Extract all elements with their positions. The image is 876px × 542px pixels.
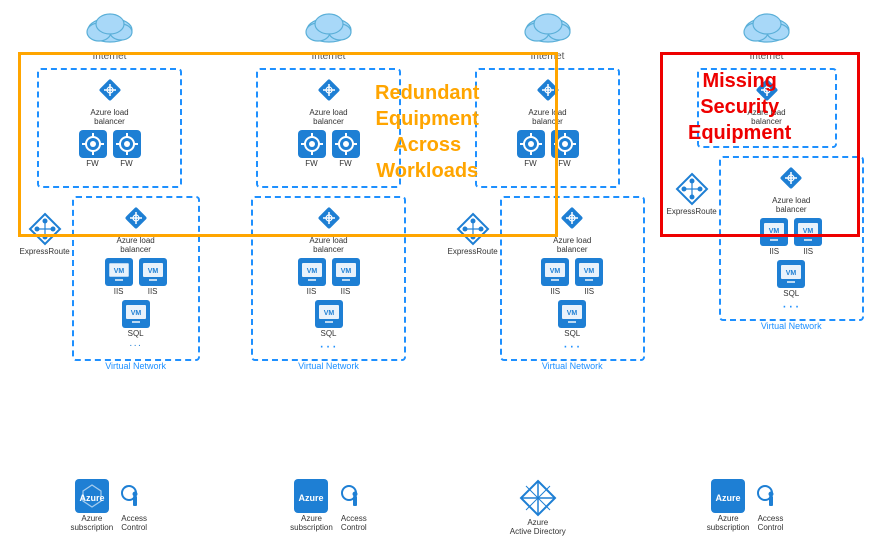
svg-text:Azure: Azure [299,493,324,503]
bottom-sub-1: Azure Azuresubscription AccessControl [70,479,149,532]
vm-icon-1a: VM IIS [105,258,133,296]
azure-subscription-icon-1: Azure Azuresubscription [70,479,113,532]
vm-row-1: VM IIS VM IIS [105,258,167,296]
azure-subscription-icon-4: Azure Azuresubscription [707,479,750,532]
vm-icon-1b: VM IIS [139,258,167,296]
vm-row-3: VM IIS VM IIS [541,258,603,296]
azure-subscription-icon-2: Azure Azuresubscription [290,479,333,532]
svg-text:VM: VM [786,270,797,277]
missing-security-label: MissingSecurityEquipment [688,68,791,146]
svg-text:VM: VM [130,310,141,317]
svg-text:VM: VM [584,268,595,275]
svg-text:VM: VM [550,268,561,275]
svg-text:VM: VM [113,268,124,275]
diagram: RedundantEquipmentAcrossWorkloads Missin… [0,0,876,542]
cloud-icon-2 [300,8,358,49]
svg-text:VM: VM [306,268,317,275]
svg-text:VM: VM [567,310,578,317]
vm-row-2: VM IIS VM IIS [298,258,360,296]
cloud-icon-3 [519,8,577,49]
svg-text:VM: VM [340,268,351,275]
redundant-label: RedundantEquipmentAcrossWorkloads [375,80,479,184]
bottom-ad-3: AzureActive Directory [510,479,566,536]
cloud-icon-4 [738,8,796,49]
svg-text:VM: VM [147,268,158,275]
svg-text:Azure: Azure [716,493,741,503]
cloud-icon-1 [81,8,139,49]
sql-1: VM SQL [122,300,150,338]
svg-text:VM: VM [323,310,334,317]
access-control-icon-1: AccessControl [119,483,149,532]
bottom-row: Azure Azuresubscription AccessControl [0,479,876,536]
bottom-sub-4: Azure Azuresubscription AccessControl [707,479,786,532]
access-control-icon-2: AccessControl [339,483,369,532]
access-control-icon-4: AccessControl [755,483,785,532]
bottom-sub-2: Azure Azuresubscription AccessControl [290,479,369,532]
